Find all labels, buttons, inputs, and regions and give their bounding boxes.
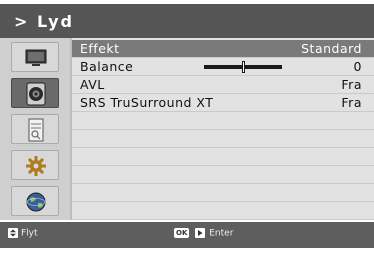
menu-row-label: Effekt [80, 41, 120, 56]
menu-row-label: SRS TruSurround XT [80, 95, 214, 110]
move-hint-label: Flyt [21, 228, 38, 239]
tv-sound-menu: > Lyd Effekt Standard Balance 0 AVL Fra … [0, 0, 374, 254]
move-hint: Flyt [8, 228, 38, 239]
enter-hint: OK Enter [174, 228, 233, 239]
menu-row-avl[interactable]: AVL Fra [72, 76, 374, 94]
sidebar-item-picture[interactable] [11, 42, 59, 72]
balance-slider-handle[interactable] [242, 61, 245, 73]
menu-row-value: Fra [341, 95, 362, 110]
menu-row-value: Standard [301, 41, 362, 56]
menu-row-empty [72, 184, 374, 202]
enter-hint-label: Enter [209, 228, 234, 239]
title-bar: > Lyd [0, 4, 374, 38]
right-arrow-icon [195, 228, 206, 238]
help-bar: Flyt OK Enter [0, 222, 374, 248]
ok-key-icon: OK [174, 228, 190, 238]
menu-row-empty [72, 166, 374, 184]
balance-slider[interactable] [204, 61, 282, 73]
document-icon [28, 118, 44, 142]
category-sidebar [0, 38, 72, 220]
menu-row-empty [72, 112, 374, 130]
menu-row-empty [72, 202, 374, 220]
sidebar-item-sound[interactable] [11, 78, 59, 108]
sidebar-item-settings[interactable] [11, 150, 59, 180]
tv-icon [25, 49, 47, 66]
globe-icon [26, 192, 46, 212]
speaker-icon [26, 82, 46, 106]
updown-arrows-icon [8, 228, 18, 238]
gear-icon [26, 156, 46, 176]
menu-row-srs[interactable]: SRS TruSurround XT Fra [72, 94, 374, 112]
menu-row-empty [72, 130, 374, 148]
menu-row-label: AVL [80, 77, 105, 92]
sidebar-item-info[interactable] [11, 114, 59, 144]
menu-row-value: Fra [341, 77, 362, 92]
menu-row-label: Balance [80, 59, 134, 74]
menu-row-empty [72, 148, 374, 166]
menu-row-value: 0 [353, 59, 362, 74]
sidebar-item-network[interactable] [11, 186, 59, 216]
menu-list: Effekt Standard Balance 0 AVL Fra SRS Tr… [72, 38, 374, 220]
menu-row-balance[interactable]: Balance 0 [72, 58, 374, 76]
page-title: > Lyd [14, 12, 74, 31]
menu-row-effect[interactable]: Effekt Standard [72, 40, 374, 58]
